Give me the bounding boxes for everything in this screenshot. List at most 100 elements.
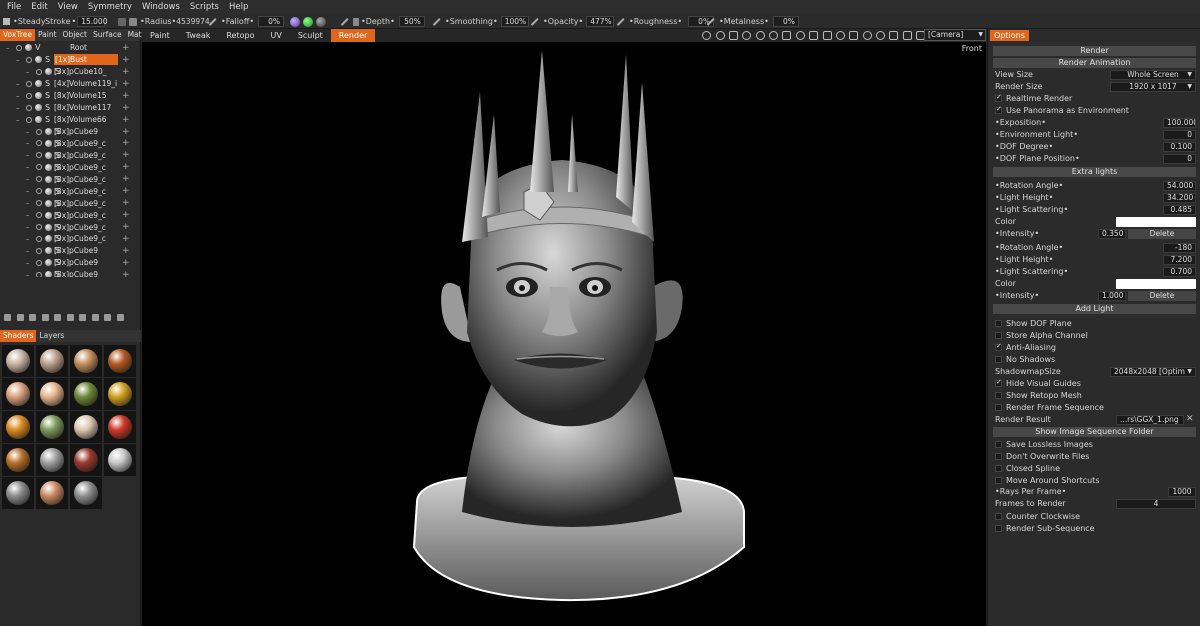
render-result-path[interactable]: ...rs\GGX_1.png	[1116, 415, 1184, 425]
ghost-icon[interactable]	[45, 235, 52, 243]
frame-icon[interactable]	[902, 31, 912, 40]
hash-icon[interactable]	[889, 31, 899, 40]
ghost-icon[interactable]	[35, 56, 42, 64]
view-size-select[interactable]: Whole Screen ▼	[1110, 70, 1196, 80]
collapse-icon[interactable]: –	[26, 211, 30, 219]
no-icon[interactable]	[862, 31, 872, 40]
ghost-icon[interactable]	[35, 116, 42, 124]
voxtree-item-name[interactable]: [8x]pCube9_c	[54, 162, 118, 173]
render-button[interactable]: Render	[993, 46, 1196, 56]
env-light-value[interactable]: 0	[1163, 130, 1196, 140]
smoothing-value[interactable]: 100%	[500, 16, 529, 27]
show-dof-checkbox[interactable]	[995, 320, 1002, 327]
show-retopo-checkbox[interactable]	[995, 392, 1002, 399]
render-size-select[interactable]: 1920 x 1017 ▼	[1110, 82, 1196, 92]
voxtree-item-name[interactable]: [4x]Volume119_i	[54, 78, 118, 89]
voxtree-item-name[interactable]: [9x]pCube9_c	[54, 233, 118, 244]
visibility-icon[interactable]	[36, 68, 42, 75]
add-icon[interactable]: +	[122, 186, 130, 196]
visibility-icon[interactable]	[36, 188, 42, 195]
shader-thumbnail[interactable]	[2, 411, 34, 443]
shader-thumbnail[interactable]	[2, 345, 34, 377]
move-icon[interactable]	[79, 314, 86, 321]
voxtree-item[interactable]: – S [8x]pCube9_c +	[0, 197, 141, 209]
tab-options[interactable]: Options	[990, 30, 1029, 41]
voxtree-item[interactable]: – S [8x]pCube9_c +	[0, 173, 141, 185]
shader-thumbnail[interactable]	[70, 345, 102, 377]
visibility-icon[interactable]	[36, 176, 42, 183]
counter-cw-checkbox[interactable]	[995, 513, 1002, 520]
light1-color-swatch[interactable]	[1116, 217, 1196, 227]
visibility-icon[interactable]	[36, 271, 42, 277]
lock-icon[interactable]	[118, 17, 126, 26]
visibility-icon[interactable]	[26, 56, 32, 63]
ghost-icon[interactable]	[45, 128, 52, 136]
visibility-icon[interactable]	[36, 164, 42, 171]
hide-icon[interactable]	[104, 314, 111, 321]
ghost-icon[interactable]	[35, 92, 42, 100]
shader-thumbnail[interactable]	[104, 378, 136, 410]
metalness-value[interactable]: 0%	[772, 16, 799, 27]
voxtree-item[interactable]: – S [8x]pCube9_c +	[0, 149, 141, 161]
voxtree-item[interactable]: – S [9x]pCube9_c +	[0, 221, 141, 233]
ghost-icon[interactable]	[45, 187, 52, 195]
visibility-icon[interactable]	[36, 247, 42, 254]
sphere-icon[interactable]	[755, 31, 765, 40]
viewport[interactable]: Front	[142, 42, 986, 626]
pin-icon[interactable]	[129, 17, 137, 26]
shader-thumbnail[interactable]	[36, 411, 68, 443]
collapse-icon[interactable]: –	[16, 116, 20, 124]
light1-scattering-value[interactable]: 0.485	[1163, 205, 1196, 215]
show-folder-button[interactable]: Show Image Sequence Folder	[993, 427, 1196, 437]
add-icon[interactable]: +	[122, 198, 130, 208]
add-icon[interactable]: +	[122, 79, 130, 89]
visibility-icon[interactable]	[26, 104, 32, 111]
tab-layers[interactable]: Layers	[36, 330, 67, 342]
add-icon[interactable]: +	[122, 91, 130, 101]
collapse-icon[interactable]: –	[16, 104, 20, 112]
shader-thumbnail[interactable]	[70, 477, 102, 509]
ghost-icon[interactable]	[25, 44, 32, 52]
shader-thumbnail[interactable]	[104, 345, 136, 377]
clone-icon[interactable]	[91, 314, 99, 321]
ghost-icon[interactable]	[45, 151, 52, 159]
voxtree-item-name[interactable]: [9x]pCube9_c	[54, 210, 118, 221]
collapse-icon[interactable]: –	[26, 271, 30, 277]
stroke-value[interactable]: 15.000	[77, 16, 107, 27]
ghost-icon[interactable]	[35, 80, 42, 88]
voxtree-item[interactable]: – S [8x]Volume66 +	[0, 114, 141, 126]
shadowmap-select[interactable]: 2048x2048 [Optim ▼	[1110, 367, 1196, 377]
add-icon[interactable]: +	[122, 270, 130, 277]
shader-thumbnail[interactable]	[104, 411, 136, 443]
tab-paint-room[interactable]: Paint	[142, 29, 178, 42]
light2-height-value[interactable]: 7.200	[1163, 255, 1196, 265]
ghost-icon[interactable]	[45, 163, 52, 171]
voxtree-item-name[interactable]: [8x]pCube9_c	[54, 198, 118, 209]
gear-icon[interactable]	[876, 31, 886, 40]
radius-value[interactable]: 4539974	[176, 17, 209, 26]
light1-height-value[interactable]: 34.200	[1163, 193, 1196, 203]
delete-icon[interactable]	[29, 314, 36, 321]
light2-delete-button[interactable]: Delete	[1128, 291, 1196, 301]
menu-windows[interactable]: Windows	[137, 0, 185, 14]
visibility-icon[interactable]	[26, 92, 32, 99]
voxtree-item-name[interactable]: [8x]pCube9	[54, 126, 118, 137]
no-shadows-checkbox[interactable]	[995, 356, 1002, 363]
visibility-icon[interactable]	[26, 80, 32, 87]
visibility-icon[interactable]	[36, 128, 42, 135]
voxtree-item-name[interactable]: [8x]pCube9_c	[54, 138, 118, 149]
voxtree-item[interactable]: – S [3x]pCube10_ +	[0, 66, 141, 78]
falloff-value[interactable]: 0%	[258, 16, 285, 27]
add-icon[interactable]: +	[122, 43, 130, 53]
shader-thumbnail[interactable]	[2, 444, 34, 476]
voxtree-item[interactable]: – S [8x]pCube9_c +	[0, 161, 141, 173]
exposition-value[interactable]: 100.000	[1163, 118, 1196, 128]
add-icon[interactable]: +	[122, 246, 130, 256]
collapse-icon[interactable]: –	[26, 187, 30, 195]
grid-icon[interactable]	[728, 31, 738, 40]
menu-scripts[interactable]: Scripts	[185, 0, 224, 14]
ghost-icon[interactable]	[45, 271, 52, 277]
add-icon[interactable]: +	[122, 127, 130, 137]
ghost-icon[interactable]	[45, 68, 52, 76]
tab-sculpt-room[interactable]: Sculpt	[290, 29, 331, 42]
